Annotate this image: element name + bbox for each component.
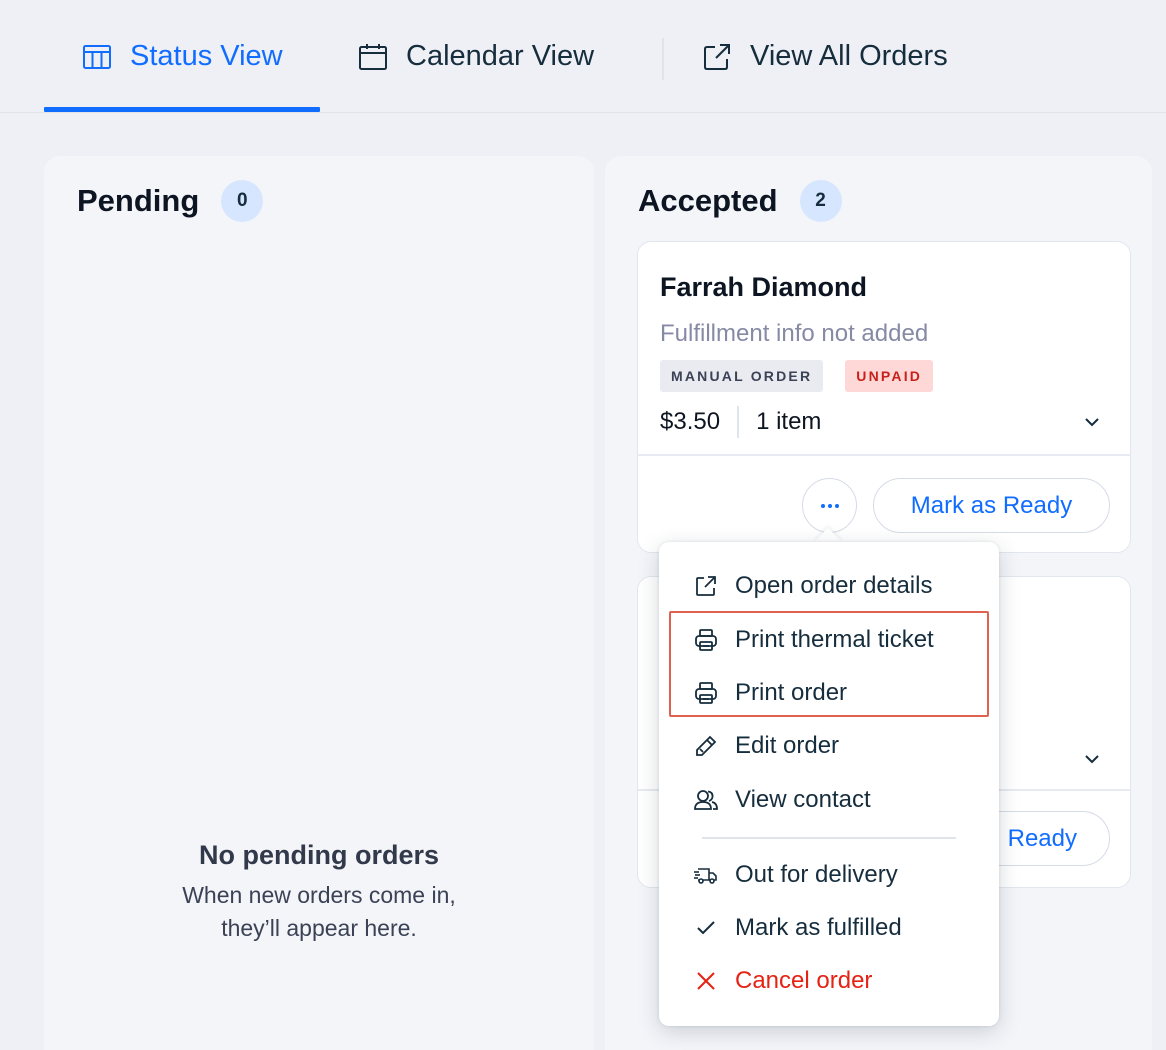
delivery-truck-icon — [694, 868, 717, 884]
menu-item-cancel-order[interactable]: Cancel order — [693, 961, 872, 1001]
unpaid-badge: UNPAID — [845, 360, 934, 392]
summary-divider — [737, 406, 740, 438]
active-tab-indicator — [44, 107, 320, 112]
pending-header: Pending 0 — [77, 180, 264, 222]
tab-divider — [662, 38, 664, 80]
contact-icon — [694, 790, 718, 810]
count-badge: 2 — [799, 180, 842, 222]
menu-item-edit-order[interactable]: Edit order — [693, 726, 839, 766]
table-icon — [83, 44, 111, 69]
external-link-icon — [704, 43, 730, 70]
menu-item-label: Cancel order — [735, 967, 873, 994]
checkmark-icon — [697, 921, 715, 935]
tab-label: Status View — [130, 40, 283, 72]
item-count: 1 item — [756, 408, 822, 435]
tab-label: View All Orders — [750, 40, 948, 72]
more-horizontal-icon — [820, 503, 839, 508]
view-tabs: Status View Calendar View View All Order… — [0, 0, 1166, 113]
order-tags: MANUAL ORDER UNPAID — [660, 360, 934, 392]
fulfillment-info: Fulfillment info not added — [660, 320, 929, 347]
empty-state-line: they’ll appear here. — [221, 915, 417, 941]
tab-calendar-view[interactable]: Calendar View — [358, 0, 594, 113]
order-summary-row[interactable]: $3.50 1 item — [660, 406, 1102, 438]
empty-state-title: No pending orders — [198, 840, 439, 870]
menu-item-label: Print thermal ticket — [735, 626, 934, 653]
tab-status-view[interactable]: Status View — [82, 0, 283, 113]
count-badge: 0 — [221, 180, 264, 222]
empty-state-line: When new orders come in, — [182, 882, 456, 908]
tab-view-all-orders[interactable]: View All Orders — [702, 0, 948, 113]
close-icon — [697, 972, 715, 990]
column-title: Pending — [77, 183, 200, 218]
menu-item-label: Out for delivery — [735, 861, 898, 888]
more-actions-button[interactable] — [802, 478, 857, 533]
empty-state: No pending orders When new orders come i… — [44, 840, 594, 945]
accepted-header: Accepted 2 — [638, 180, 842, 222]
order-card[interactable]: Farrah Diamond Fulfillment info not adde… — [637, 241, 1131, 553]
external-link-icon — [696, 576, 716, 596]
calendar-icon — [359, 43, 387, 70]
pending-column: Pending 0 No pending orders When new ord… — [44, 156, 594, 1050]
empty-state-description: When new orders come in, they’ll appear … — [44, 879, 594, 945]
order-actions-menu: Open order details Print thermal ticket … — [659, 542, 999, 1026]
menu-item-print-thermal-ticket[interactable]: Print thermal ticket — [693, 620, 934, 660]
menu-divider — [702, 837, 956, 839]
menu-item-label: View contact — [735, 786, 871, 813]
printer-icon — [695, 682, 717, 704]
chevron-down-icon[interactable] — [1082, 412, 1102, 432]
menu-item-out-for-delivery[interactable]: Out for delivery — [693, 855, 898, 895]
customer-name: Farrah Diamond — [660, 272, 868, 302]
chevron-down-icon[interactable] — [1082, 749, 1102, 769]
card-divider — [638, 454, 1130, 456]
menu-item-label: Mark as fulfilled — [735, 914, 902, 941]
menu-item-open-order-details[interactable]: Open order details — [693, 566, 932, 606]
order-total: $3.50 — [660, 408, 721, 435]
pencil-icon — [696, 735, 717, 756]
column-title: Accepted — [638, 183, 778, 218]
menu-item-print-order[interactable]: Print order — [693, 673, 847, 713]
menu-item-label: Edit order — [735, 732, 840, 759]
menu-item-view-contact[interactable]: View contact — [693, 780, 871, 820]
menu-item-mark-as-fulfilled[interactable]: Mark as fulfilled — [693, 908, 902, 948]
menu-item-label: Print order — [735, 679, 848, 706]
menu-item-label: Open order details — [735, 572, 933, 599]
mark-as-ready-button[interactable]: Mark as Ready — [873, 478, 1110, 533]
tab-label: Calendar View — [406, 40, 595, 72]
printer-icon — [695, 629, 717, 651]
manual-order-badge: MANUAL ORDER — [660, 360, 824, 392]
